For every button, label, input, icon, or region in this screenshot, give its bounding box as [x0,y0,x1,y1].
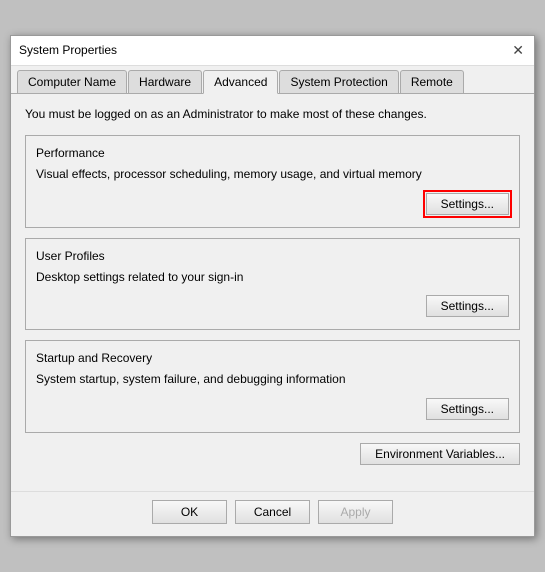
user-profiles-btn-row: Settings... [36,295,509,317]
tab-bar: Computer Name Hardware Advanced System P… [11,66,534,94]
apply-button[interactable]: Apply [318,500,393,524]
performance-label: Performance [36,146,509,160]
env-btn-row: Environment Variables... [25,443,520,465]
window-title: System Properties [19,43,117,57]
startup-recovery-btn-row: Settings... [36,398,509,420]
user-profiles-label: User Profiles [36,249,509,263]
environment-variables-button[interactable]: Environment Variables... [360,443,520,465]
startup-recovery-settings-button[interactable]: Settings... [426,398,509,420]
performance-section: Performance Visual effects, processor sc… [25,135,520,228]
system-properties-dialog: System Properties ✕ Computer Name Hardwa… [10,35,535,537]
dialog-footer: OK Cancel Apply [11,491,534,536]
startup-recovery-section: Startup and Recovery System startup, sys… [25,340,520,433]
cancel-button[interactable]: Cancel [235,500,310,524]
ok-button[interactable]: OK [152,500,227,524]
tab-computer-name[interactable]: Computer Name [17,70,127,93]
performance-btn-row: Settings... [36,193,509,215]
tab-system-protection[interactable]: System Protection [279,70,398,93]
startup-recovery-desc: System startup, system failure, and debu… [36,371,509,388]
tab-hardware[interactable]: Hardware [128,70,202,93]
tab-content: You must be logged on as an Administrato… [11,94,534,491]
startup-recovery-label: Startup and Recovery [36,351,509,365]
admin-notice: You must be logged on as an Administrato… [25,106,520,123]
tab-remote[interactable]: Remote [400,70,464,93]
user-profiles-desc: Desktop settings related to your sign-in [36,269,509,286]
user-profiles-section: User Profiles Desktop settings related t… [25,238,520,331]
tab-advanced[interactable]: Advanced [203,70,278,94]
close-button[interactable]: ✕ [510,43,526,57]
titlebar: System Properties ✕ [11,36,534,66]
performance-desc: Visual effects, processor scheduling, me… [36,166,509,183]
performance-settings-button[interactable]: Settings... [426,193,509,215]
user-profiles-settings-button[interactable]: Settings... [426,295,509,317]
